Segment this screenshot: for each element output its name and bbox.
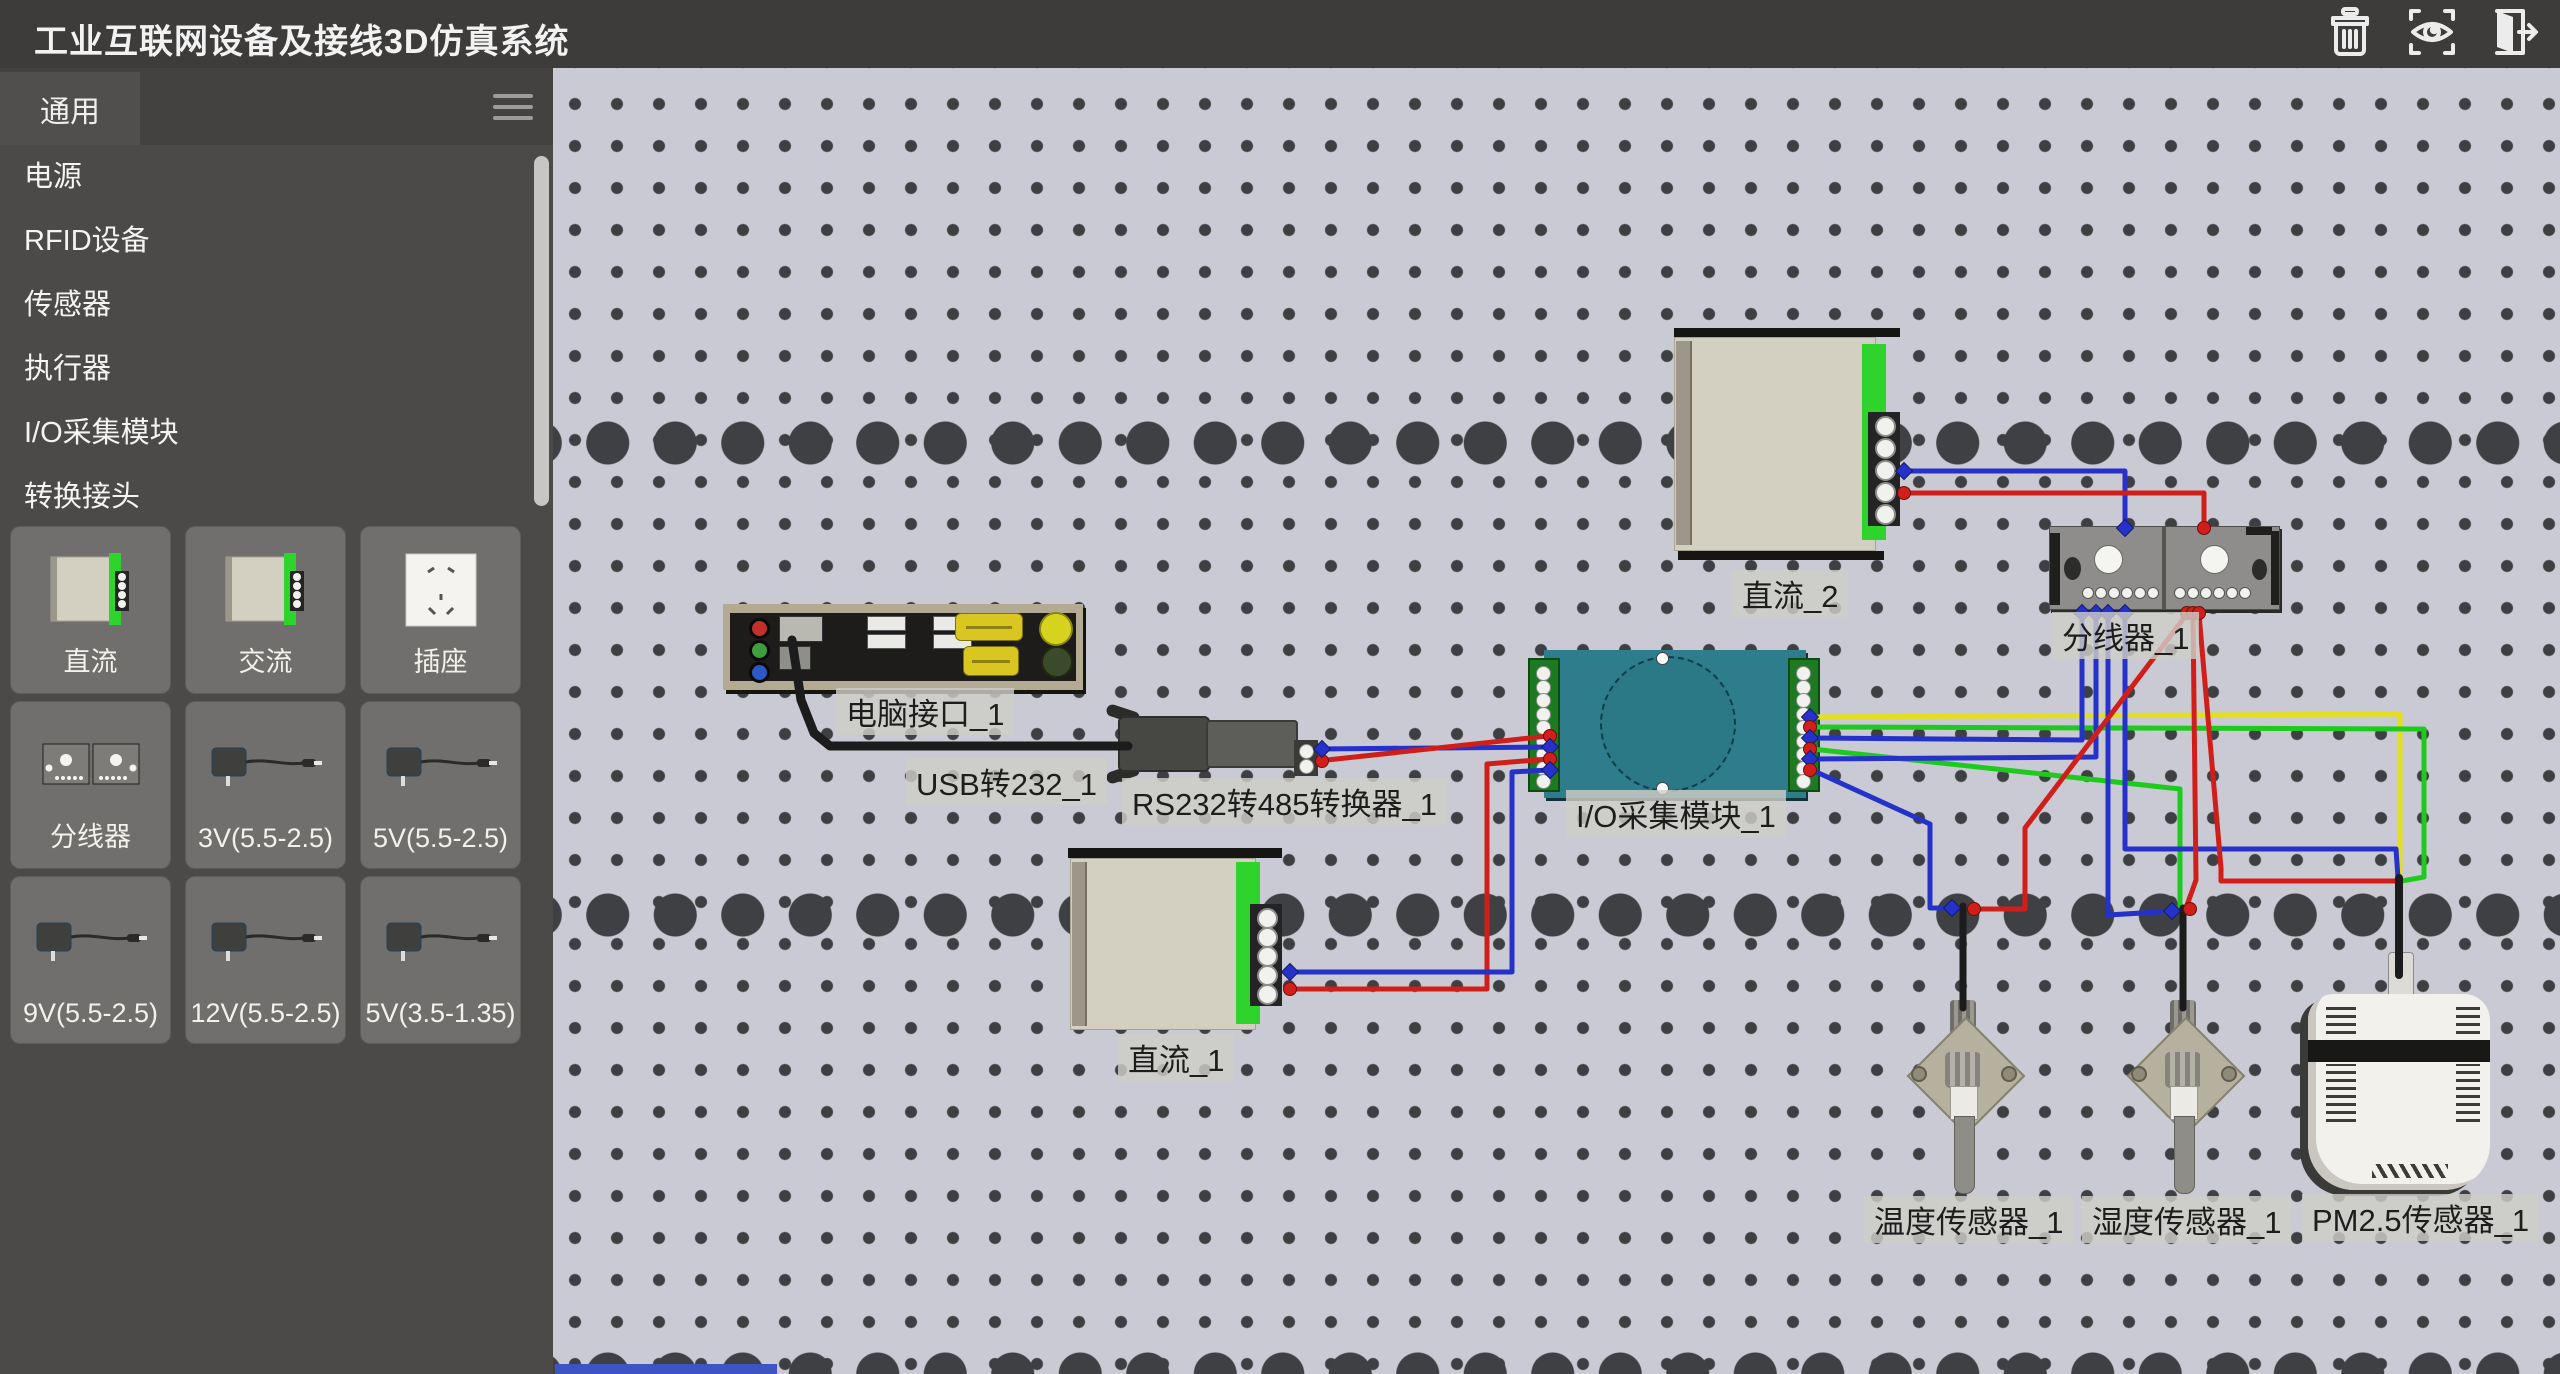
device-dc-power-1[interactable] — [1068, 848, 1282, 1032]
component-card-label: 12V(5.5-2.5) — [186, 998, 345, 1029]
device-temperature-sensor[interactable] — [1903, 1000, 2023, 1200]
pegboard-hole-band — [553, 420, 2560, 466]
device-label: 湿度传感器_1 — [2082, 1196, 2291, 1243]
exit-door-icon — [2487, 5, 2541, 64]
device-usb-rs232-converter[interactable] — [1110, 712, 1320, 778]
sidebar-category-5[interactable]: 转换接头 — [0, 465, 553, 529]
component-sidebar: 通用 电源RFID设备传感器执行器I/O采集模块转换接头 直流交流插座分线器 3V… — [0, 68, 553, 1374]
component-card-插座[interactable]: 插座 — [360, 526, 521, 694]
device-label: 温度传感器_1 — [1864, 1196, 2073, 1243]
module-dial — [1600, 656, 1736, 792]
sidebar-category-4[interactable]: I/O采集模块 — [0, 401, 553, 465]
sidebar-category-2[interactable]: 传感器 — [0, 273, 553, 337]
device-label: PM2.5传感器_1 — [2302, 1194, 2539, 1241]
device-dc-power-2[interactable] — [1674, 328, 1900, 560]
menu-icon[interactable] — [493, 94, 533, 120]
preview-button[interactable] — [2400, 4, 2464, 64]
pegboard-hole-band — [553, 1351, 2560, 1374]
adapter-thumbnail-icon — [361, 887, 520, 992]
barrel-jack — [2094, 545, 2123, 574]
device-label: 直流_1 — [1118, 1034, 1234, 1081]
sidebar-category-3[interactable]: 执行器 — [0, 337, 553, 401]
device-splitter[interactable] — [2049, 526, 2280, 610]
component-card-9V(5.5-2.5)[interactable]: 9V(5.5-2.5) — [10, 876, 171, 1044]
component-card-5V(5.5-2.5)[interactable]: 5V(5.5-2.5) — [360, 701, 521, 869]
device-pm25-sensor[interactable] — [2300, 952, 2500, 1197]
pegboard-hole-band — [553, 892, 2560, 938]
component-card-label: 5V(3.5-1.35) — [361, 998, 520, 1029]
toolbar — [2318, 4, 2546, 64]
component-card-直流[interactable]: 直流 — [10, 526, 171, 694]
preview-eye-icon — [2405, 5, 2459, 64]
device-computer-interface[interactable] — [723, 604, 1083, 690]
vga-port — [963, 646, 1019, 676]
sidebar-category-0[interactable]: 电源 — [0, 145, 553, 209]
db9-plug — [1118, 716, 1210, 772]
component-card-3V(5.5-2.5)[interactable]: 3V(5.5-2.5) — [185, 701, 346, 869]
vent-grille-yellow — [1039, 612, 1073, 646]
tab-general[interactable]: 通用 — [0, 72, 140, 145]
terminal-block — [1294, 740, 1318, 776]
delete-button[interactable] — [2318, 4, 2382, 64]
component-card-label: 插座 — [361, 640, 520, 679]
adapter-thumbnail-icon — [11, 887, 170, 992]
vent-grille-dark — [1041, 646, 1073, 678]
category-menu: 电源RFID设备传感器执行器I/O采集模块转换接头 — [0, 145, 553, 529]
device-label: RS232转485转换器_1 — [1122, 778, 1447, 825]
trash-icon — [2323, 5, 2377, 64]
sidebar-tab-row: 通用 — [0, 68, 553, 145]
device-label: USB转232_1 — [906, 758, 1107, 805]
component-card-交流[interactable]: 交流 — [185, 526, 346, 694]
device-humidity-sensor[interactable] — [2123, 1000, 2243, 1200]
component-card-label: 5V(5.5-2.5) — [361, 823, 520, 854]
audio-jack-green — [749, 640, 770, 661]
component-card-5V(3.5-1.35)[interactable]: 5V(3.5-1.35) — [360, 876, 521, 1044]
socket-thumbnail-icon — [361, 537, 520, 642]
sidebar-category-1[interactable]: RFID设备 — [0, 209, 553, 273]
component-card-label: 9V(5.5-2.5) — [11, 998, 170, 1029]
app-title: 工业互联网设备及接线3D仿真系统 — [34, 14, 569, 63]
device-label: 直流_2 — [1732, 570, 1848, 617]
ps2-port — [779, 646, 811, 670]
component-card-grid: 直流交流插座分线器 3V(5.5-2.5) 5V(5.5-2.5) 9V(5.5-2.… — [10, 526, 546, 1044]
audio-jack-blue — [749, 662, 770, 683]
sidebar-scrollbar[interactable] — [534, 156, 549, 506]
device-label: 分线器_1 — [2052, 612, 2199, 659]
usb-port — [867, 634, 906, 649]
cable-connector — [2388, 952, 2414, 1000]
adapter-thumbnail-icon — [361, 712, 520, 817]
app-window: 工业互联网设备及接线3D仿真系统 — [0, 0, 2560, 1374]
adapter-thumbnail-icon — [186, 712, 345, 817]
device-io-acquisition-module[interactable] — [1528, 650, 1818, 798]
exit-button[interactable] — [2482, 4, 2546, 64]
serial-port — [955, 613, 1023, 641]
terminal-strip-right — [1788, 658, 1820, 792]
component-card-12V(5.5-2.5)[interactable]: 12V(5.5-2.5) — [185, 876, 346, 1044]
usb-port — [867, 616, 906, 631]
component-card-label: 交流 — [186, 640, 345, 679]
component-card-分线器[interactable]: 分线器 — [10, 701, 171, 869]
psu-thumbnail-icon — [11, 537, 170, 642]
audio-jack-red — [749, 618, 770, 639]
component-card-label: 直流 — [11, 640, 170, 679]
rs485-converter-body — [1206, 720, 1298, 768]
barrel-jack — [2200, 545, 2229, 574]
terminal-strip-left — [1528, 658, 1560, 792]
psu-thumbnail-icon — [186, 537, 345, 642]
device-label: 电脑接口_1 — [836, 688, 1014, 735]
ps2-port — [779, 616, 823, 642]
adapter-thumbnail-icon — [186, 887, 345, 992]
bottom-blue-bar — [555, 1364, 777, 1374]
top-bar: 工业互联网设备及接线3D仿真系统 — [0, 0, 2560, 68]
device-label: I/O采集模块_1 — [1566, 790, 1786, 837]
component-card-label: 3V(5.5-2.5) — [186, 823, 345, 854]
component-card-label: 分线器 — [11, 815, 170, 854]
splitter-thumbnail-icon — [11, 712, 170, 817]
